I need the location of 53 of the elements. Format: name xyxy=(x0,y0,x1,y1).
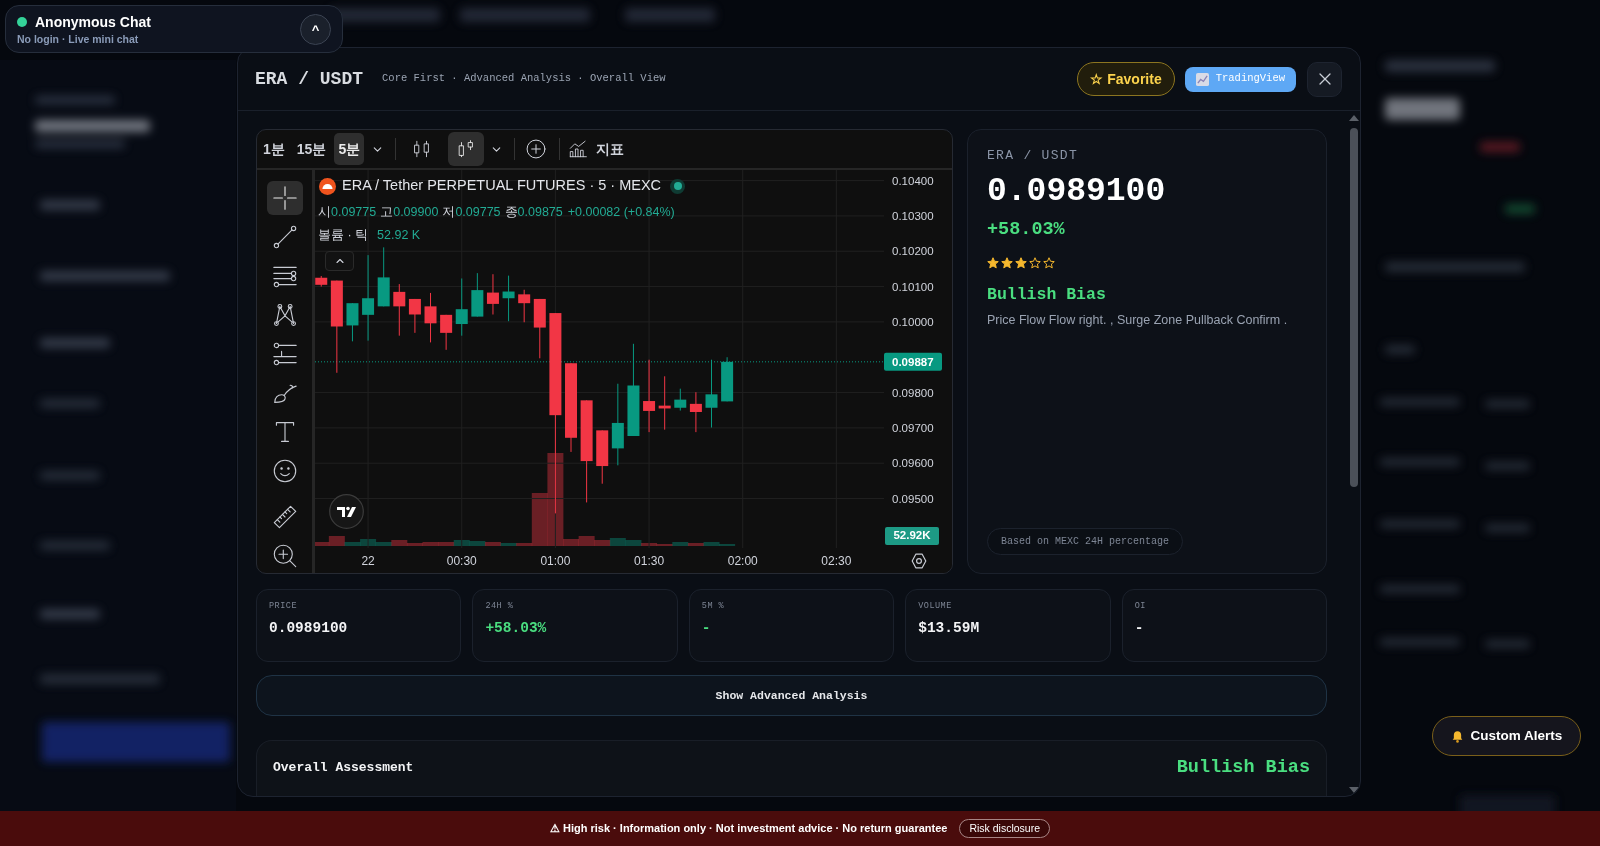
ohlc-value: 0.09775 xyxy=(455,203,501,221)
price-axis-label: 0.10000 xyxy=(892,315,934,328)
price-axis-label: 0.09500 xyxy=(892,492,934,505)
stat-value: $13.59M xyxy=(918,619,981,638)
price-change: +0.00082 (+0.84%) xyxy=(567,203,675,221)
assessment-title: Overall Assessment xyxy=(273,759,414,778)
last-price-label: 0.09887 xyxy=(884,352,942,371)
volume-value-label: 52.92K xyxy=(885,527,939,545)
stat-value: - xyxy=(1134,619,1145,638)
stat-label: PRICE xyxy=(269,600,298,612)
analysis-summary: Price Flow Flow right. , Surge Zone Pullback Confirm . xyxy=(987,312,1289,329)
ohlc-value: 0.09775 xyxy=(331,203,377,221)
stat-value: +58.03% xyxy=(485,619,548,638)
price-axis-label: 0.10100 xyxy=(892,280,934,293)
stat-label: 24H % xyxy=(485,600,515,612)
bias-label: Bullish Bias xyxy=(987,284,1107,306)
time-axis-label: 22 xyxy=(361,554,375,568)
ohlc-label: 시 xyxy=(318,203,331,221)
price-axis-label: 0.09600 xyxy=(892,457,934,470)
time-axis-label: 00:30 xyxy=(446,554,477,568)
chat-title: Anonymous Chat xyxy=(35,12,151,31)
ohlc-label: 저 xyxy=(442,203,456,221)
volume-label: 볼륨 · 틱 xyxy=(318,226,369,244)
time-axis-label: 02:00 xyxy=(727,554,758,568)
ohlc-label: 종 xyxy=(504,203,518,221)
stat-label: 5M % xyxy=(701,600,726,612)
ref-line-label: 0.09887 xyxy=(892,355,934,368)
stat-value: - xyxy=(701,619,712,638)
price-axis-label: 0.10400 xyxy=(892,174,934,187)
price-change-percent: +58.03% xyxy=(987,218,1066,242)
pair-title: ERA / USDT xyxy=(255,67,364,91)
price-axis-label: 0.10200 xyxy=(892,245,934,258)
price-axis-label: 0.09800 xyxy=(892,386,934,399)
time-axis-label: 01:00 xyxy=(540,554,571,568)
modal-subtitle: Core First · Advanced Analysis · Overall View xyxy=(382,71,666,87)
ohlc-value: 0.09875 xyxy=(517,203,563,221)
assessment-verdict: Bullish Bias xyxy=(1176,756,1310,781)
stat-value: 0.0989100 xyxy=(269,619,349,638)
ohlc-label: 고 xyxy=(380,203,394,221)
ohlc-value: 0.09900 xyxy=(393,203,439,221)
risk-warning-text: ⚠ High risk · Information only · Not investment advice · No return guarantee xyxy=(549,821,948,837)
stat-label: OI xyxy=(1134,600,1147,612)
data-source-note: Based on MEXC 24H percentage xyxy=(987,528,1184,555)
volume-value: 52.92 K xyxy=(377,226,421,244)
price-axis-label: 0.09700 xyxy=(892,421,934,434)
time-axis-label: 02:30 xyxy=(821,554,852,568)
time-axis-label: 01:30 xyxy=(634,554,665,568)
price-axis-label: 0.10300 xyxy=(892,209,934,222)
pair-label: ERA / USDT xyxy=(987,147,1079,165)
symbol-title: ERA / Tether PERPETUAL FUTURES · 5 · MEXC xyxy=(342,176,662,196)
current-price: 0.0989100 xyxy=(987,172,1167,212)
chat-subtitle: No login · Live mini chat xyxy=(17,31,140,46)
stat-label: VOLUME xyxy=(918,600,953,612)
